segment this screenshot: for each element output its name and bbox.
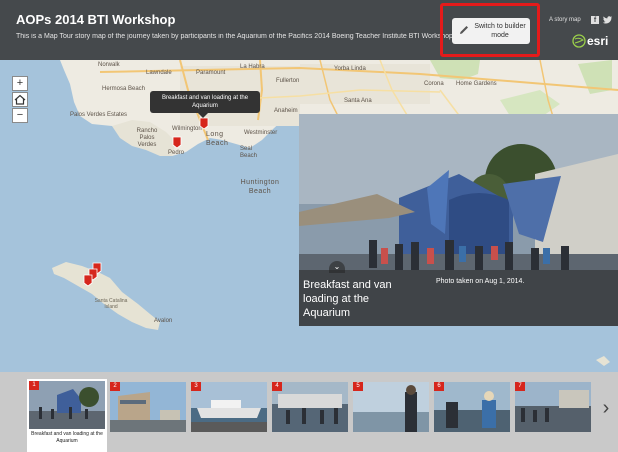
- place-label: Home Gardens: [456, 81, 497, 87]
- map-marker[interactable]: [172, 136, 182, 149]
- thumbnail-image: [515, 382, 591, 432]
- carousel-item-3[interactable]: 3: [191, 382, 267, 432]
- place-label: La Habra: [240, 64, 265, 70]
- esri-wordmark: esri: [587, 34, 609, 48]
- thumbnail-image: [434, 382, 510, 432]
- place-label: Lawndale: [146, 70, 172, 76]
- place-label: Fullerton: [276, 78, 300, 84]
- map-marker[interactable]: [199, 117, 209, 130]
- story-map-label: A story map: [549, 17, 581, 23]
- switch-to-builder-label: Switch to builder mode: [474, 23, 526, 39]
- place-label: Rancho Palos Verdes: [136, 128, 158, 148]
- place-label: Wilmington: [172, 126, 202, 132]
- place-label: Seal Beach: [240, 146, 258, 159]
- place-label: Paramount: [196, 70, 226, 76]
- thumbnail-image: [191, 382, 267, 432]
- place-label: Norwalk: [98, 62, 120, 68]
- carousel-item-number: 4: [272, 382, 282, 391]
- thumbnail-image: [272, 382, 348, 432]
- place-label: Avalon: [154, 318, 173, 324]
- place-label: Palos Verdes Estates: [70, 112, 128, 118]
- globe-icon: [572, 34, 586, 48]
- story-title: AOPs 2014 BTI Workshop: [16, 12, 176, 27]
- carousel-item-5[interactable]: 5: [353, 382, 429, 432]
- place-label: Santa Catalina Island: [94, 298, 128, 310]
- twitter-icon[interactable]: [603, 15, 613, 25]
- header: AOPs 2014 BTI Workshop This is a Map Tou…: [0, 0, 618, 60]
- place-label: Anaheim: [274, 108, 298, 114]
- place-label: Yorba Linda: [334, 66, 366, 72]
- thumbnail-image: [110, 382, 186, 432]
- home-button[interactable]: [12, 92, 28, 107]
- story-map-app: AOPs 2014 BTI Workshop This is a Map Tou…: [0, 0, 618, 452]
- thumbnail-image: [29, 381, 105, 429]
- pencil-icon: [460, 26, 468, 34]
- photo-panel[interactable]: ⌄ Breakfast and van loading at the Aquar…: [299, 114, 618, 326]
- carousel-item-number: 5: [353, 382, 363, 391]
- switch-to-builder-button[interactable]: Switch to builder mode: [452, 18, 530, 44]
- zoom-out-button[interactable]: −: [12, 108, 28, 123]
- carousel-item-number: 3: [191, 382, 201, 391]
- carousel-item-number: 6: [434, 382, 444, 391]
- marker-tooltip: Breakfast and van loading at the Aquariu…: [150, 91, 260, 118]
- thumbnail-image: [353, 382, 429, 432]
- carousel-item-2[interactable]: 2: [110, 382, 186, 432]
- carousel-item-number: 2: [110, 382, 120, 391]
- photo-caption-overlay: Breakfast and van loading at the Aquariu…: [299, 270, 618, 326]
- esri-logo[interactable]: esri: [572, 34, 612, 48]
- map-marker[interactable]: [83, 274, 93, 287]
- carousel-item-6[interactable]: 6: [434, 382, 510, 432]
- zoom-in-button[interactable]: +: [12, 76, 28, 91]
- carousel-item-number: 7: [515, 382, 525, 391]
- place-label: Huntington Beach: [240, 179, 280, 195]
- carousel-item-1[interactable]: 1 Breakfast and van loading at the Aquar…: [27, 379, 107, 452]
- place-label: Pedro: [168, 150, 185, 156]
- place-label: Santa Ana: [344, 98, 372, 104]
- photo-title: Breakfast and van loading at the Aquariu…: [303, 279, 392, 319]
- carousel-next-icon[interactable]: ›: [598, 396, 614, 420]
- carousel-item-label: Breakfast and van loading at the Aquariu…: [31, 431, 103, 444]
- story-subtitle: This is a Map Tour story map of the jour…: [16, 33, 453, 40]
- thumbnail-carousel: 1 Breakfast and van loading at the Aquar…: [0, 372, 618, 452]
- carousel-item-number: 1: [29, 381, 39, 390]
- place-label: Corona: [424, 81, 444, 87]
- photo-caption: Photo taken on Aug 1, 2014.: [436, 278, 525, 285]
- place-label: Westminster: [244, 130, 278, 136]
- place-label: Long Beach: [206, 131, 229, 147]
- carousel-item-7[interactable]: 7: [515, 382, 591, 432]
- home-icon: [14, 94, 26, 105]
- facebook-icon[interactable]: f: [591, 16, 599, 24]
- place-label: Hermosa Beach: [102, 86, 146, 92]
- carousel-item-4[interactable]: 4: [272, 382, 348, 432]
